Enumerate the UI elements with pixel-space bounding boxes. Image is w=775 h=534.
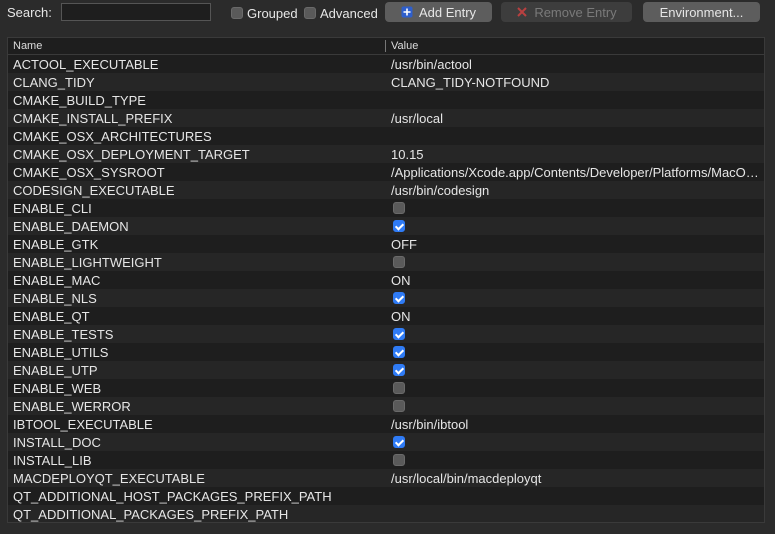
- entry-value-checkbox[interactable]: [393, 256, 405, 268]
- entry-value[interactable]: /usr/bin/ibtool: [391, 417, 761, 432]
- search-input[interactable]: [61, 3, 211, 21]
- entry-value-checkbox[interactable]: [393, 346, 405, 358]
- entry-name: ENABLE_TESTS: [13, 327, 114, 342]
- add-entry-label: Add Entry: [418, 4, 477, 20]
- entry-value-checkbox[interactable]: [393, 436, 405, 448]
- table-row[interactable]: ENABLE_DAEMON: [8, 217, 764, 235]
- entry-value[interactable]: CLANG_TIDY-NOTFOUND: [391, 75, 761, 90]
- table-row[interactable]: ENABLE_MAC ON: [8, 271, 764, 289]
- entry-name: ENABLE_DAEMON: [13, 219, 129, 234]
- table-row[interactable]: ENABLE_UTP: [8, 361, 764, 379]
- entry-name: CMAKE_OSX_ARCHITECTURES: [13, 129, 212, 144]
- entry-name: INSTALL_LIB: [13, 453, 92, 468]
- entry-value[interactable]: OFF: [391, 237, 761, 252]
- column-header-name[interactable]: Name: [13, 40, 42, 52]
- table-row[interactable]: CMAKE_BUILD_TYPE: [8, 91, 764, 109]
- table-row[interactable]: CMAKE_OSX_ARCHITECTURES: [8, 127, 764, 145]
- entry-value-checkbox[interactable]: [393, 454, 405, 466]
- table-row[interactable]: ENABLE_TESTS: [8, 325, 764, 343]
- search-label: Search:: [7, 5, 52, 20]
- table-body: ACTOOL_EXECUTABLE/usr/bin/actool CLANG_TI…: [8, 55, 764, 522]
- table-row[interactable]: ENABLE_UTILS: [8, 343, 764, 361]
- entry-name: ENABLE_WERROR: [13, 399, 131, 414]
- entry-value[interactable]: /Applications/Xcode.app/Contents/Develop…: [391, 165, 761, 180]
- entry-value[interactable]: ON: [391, 273, 761, 288]
- table-row[interactable]: INSTALL_LIB: [8, 451, 764, 469]
- table-row[interactable]: CLANG_TIDY CLANG_TIDY-NOTFOUND: [8, 73, 764, 91]
- environment-button[interactable]: Environment...: [643, 2, 760, 22]
- cache-table: Name Value ACTOOL_EXECUTABLE/usr/bin/act…: [7, 37, 765, 523]
- grouped-checkbox-box[interactable]: [231, 7, 243, 19]
- toolbar: Search: Grouped Advanced Add Entry Remov…: [0, 0, 775, 26]
- table-row[interactable]: ENABLE_CLI: [8, 199, 764, 217]
- entry-name: ENABLE_QT: [13, 309, 90, 324]
- entry-value[interactable]: /usr/bin/actool: [391, 57, 761, 72]
- entry-name: ENABLE_CLI: [13, 201, 92, 216]
- entry-name: CMAKE_BUILD_TYPE: [13, 93, 146, 108]
- advanced-checkbox[interactable]: Advanced: [304, 4, 378, 22]
- table-row[interactable]: CODESIGN_EXECUTABLE/usr/bin/codesign: [8, 181, 764, 199]
- entry-value-checkbox[interactable]: [393, 364, 405, 376]
- remove-entry-button[interactable]: Remove Entry: [501, 2, 632, 22]
- table-row[interactable]: ENABLE_QT ON: [8, 307, 764, 325]
- entry-name: ENABLE_GTK: [13, 237, 99, 252]
- entry-name: ENABLE_UTP: [13, 363, 98, 378]
- entry-name: CMAKE_OSX_DEPLOYMENT_TARGET: [13, 147, 250, 162]
- table-row[interactable]: ENABLE_WERROR: [8, 397, 764, 415]
- entry-value-checkbox[interactable]: [393, 400, 405, 412]
- entry-value[interactable]: 10.15: [391, 147, 761, 162]
- entry-name: ENABLE_UTILS: [13, 345, 109, 360]
- table-header: Name Value: [8, 38, 764, 55]
- add-entry-button[interactable]: Add Entry: [385, 2, 492, 22]
- table-row[interactable]: QT_ADDITIONAL_HOST_PACKAGES_PREFIX_PATH: [8, 487, 764, 505]
- table-row[interactable]: ACTOOL_EXECUTABLE/usr/bin/actool: [8, 55, 764, 73]
- entry-name: QT_ADDITIONAL_PACKAGES_PREFIX_PATH: [13, 507, 289, 522]
- column-divider[interactable]: [385, 40, 386, 52]
- entry-name: CODESIGN_EXECUTABLE: [13, 183, 175, 198]
- table-row[interactable]: IBTOOL_EXECUTABLE/usr/bin/ibtool: [8, 415, 764, 433]
- entry-name: ENABLE_LIGHTWEIGHT: [13, 255, 162, 270]
- advanced-label: Advanced: [320, 5, 378, 21]
- table-row[interactable]: CMAKE_OSX_SYSROOT/Applications/Xcode.app…: [8, 163, 764, 181]
- entry-name: CLANG_TIDY: [13, 75, 95, 90]
- table-row[interactable]: QT_ADDITIONAL_PACKAGES_PREFIX_PATH: [8, 505, 764, 522]
- entry-value[interactable]: /usr/bin/codesign: [391, 183, 761, 198]
- entry-name: QT_ADDITIONAL_HOST_PACKAGES_PREFIX_PATH: [13, 489, 332, 504]
- table-row[interactable]: ENABLE_NLS: [8, 289, 764, 307]
- entry-value-checkbox[interactable]: [393, 382, 405, 394]
- entry-value[interactable]: ON: [391, 309, 761, 324]
- entry-name: MACDEPLOYQT_EXECUTABLE: [13, 471, 205, 486]
- entry-name: ENABLE_WEB: [13, 381, 102, 396]
- entry-name: CMAKE_OSX_SYSROOT: [13, 165, 165, 180]
- footer-hint: [0, 527, 775, 534]
- table-row[interactable]: CMAKE_OSX_DEPLOYMENT_TARGET 10.15: [8, 145, 764, 163]
- advanced-checkbox-box[interactable]: [304, 7, 316, 19]
- table-row[interactable]: MACDEPLOYQT_EXECUTABLE/usr/local/bin/mac…: [8, 469, 764, 487]
- table-row[interactable]: ENABLE_LIGHTWEIGHT: [8, 253, 764, 271]
- environment-label: Environment...: [659, 4, 744, 20]
- table-row[interactable]: CMAKE_INSTALL_PREFIX/usr/local: [8, 109, 764, 127]
- grouped-checkbox[interactable]: Grouped: [231, 4, 298, 22]
- entry-value-checkbox[interactable]: [393, 220, 405, 232]
- entry-name: ENABLE_MAC: [13, 273, 101, 288]
- entry-name: INSTALL_DOC: [13, 435, 101, 450]
- entry-value-checkbox[interactable]: [393, 292, 405, 304]
- table-row[interactable]: ENABLE_WEB: [8, 379, 764, 397]
- plus-icon: [401, 6, 413, 18]
- entry-name: ACTOOL_EXECUTABLE: [13, 57, 159, 72]
- entry-value-checkbox[interactable]: [393, 328, 405, 340]
- x-icon: [516, 6, 528, 18]
- table-row[interactable]: ENABLE_GTK OFF: [8, 235, 764, 253]
- entry-name: ENABLE_NLS: [13, 291, 97, 306]
- entry-name: CMAKE_INSTALL_PREFIX: [13, 111, 173, 126]
- entry-name: IBTOOL_EXECUTABLE: [13, 417, 153, 432]
- table-row[interactable]: INSTALL_DOC: [8, 433, 764, 451]
- entry-value[interactable]: /usr/local/bin/macdeployqt: [391, 471, 761, 486]
- column-header-value[interactable]: Value: [391, 40, 418, 52]
- remove-entry-label: Remove Entry: [534, 4, 617, 20]
- entry-value-checkbox[interactable]: [393, 202, 405, 214]
- entry-value[interactable]: /usr/local: [391, 111, 761, 126]
- grouped-label: Grouped: [247, 5, 298, 21]
